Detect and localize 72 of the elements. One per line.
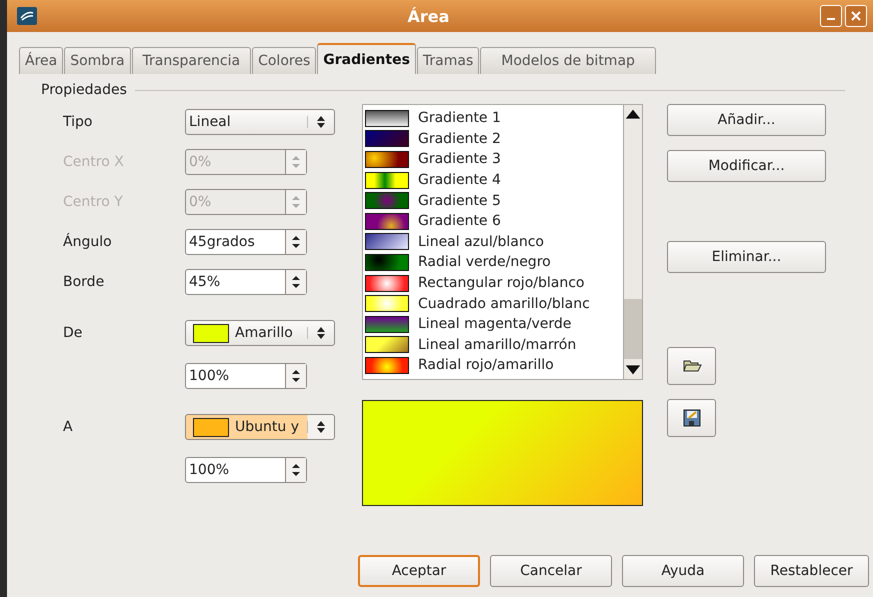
spin-field[interactable]: 100% xyxy=(185,457,307,483)
gradient-swatch xyxy=(365,356,409,374)
gradient-swatch xyxy=(365,336,409,354)
gradient-list-item[interactable]: Lineal amarillo/marrón xyxy=(363,334,623,356)
field-label: Centro X xyxy=(63,154,125,170)
spin-arrows-icon xyxy=(285,270,306,294)
tab[interactable]: Área xyxy=(19,47,64,74)
minimize-button[interactable] xyxy=(820,5,842,27)
group-title: Propiedades xyxy=(41,82,127,98)
tab[interactable]: Colores xyxy=(252,47,316,74)
tab[interactable]: Tramas xyxy=(416,47,480,74)
spin-field[interactable]: 45grados xyxy=(185,229,307,255)
spin-arrows-icon xyxy=(285,458,306,482)
gradient-list-item[interactable]: Rectangular rojo/blanco xyxy=(363,272,623,294)
close-icon xyxy=(851,11,861,21)
color-dropdown[interactable]: Ubuntu y xyxy=(185,414,335,440)
spin-arrows-icon xyxy=(285,364,306,388)
field-label: Ángulo xyxy=(63,234,113,250)
folder-icon xyxy=(682,358,702,374)
gradient-swatch xyxy=(365,295,409,312)
spin-arrows-icon xyxy=(285,190,306,214)
gradient-swatch xyxy=(365,130,409,148)
gradient-swatch xyxy=(365,233,409,250)
field-label: A xyxy=(63,419,74,435)
spin-arrows-icon xyxy=(285,150,306,174)
tab[interactable]: Sombra xyxy=(64,47,131,74)
gradient-list-item[interactable]: Gradiente 1 xyxy=(363,108,623,129)
gradient-swatch xyxy=(365,316,409,333)
open-button[interactable] xyxy=(667,347,716,385)
gradient-swatch xyxy=(365,172,409,189)
gradient-swatch xyxy=(365,150,409,168)
dialog-button[interactable]: Aceptar xyxy=(358,555,480,587)
close-button[interactable] xyxy=(845,5,867,27)
action-button[interactable]: Añadir... xyxy=(667,104,826,136)
action-button[interactable]: Modificar... xyxy=(667,150,826,182)
gradient-swatch xyxy=(365,274,409,292)
action-button[interactable]: Eliminar... xyxy=(667,241,826,273)
gradient-list-item[interactable]: Gradiente 4 xyxy=(363,170,623,190)
scrollbar[interactable] xyxy=(623,105,642,379)
scrollbar-thumb[interactable] xyxy=(624,299,642,359)
gradient-list-item[interactable]: Radial rojo/amarillo xyxy=(363,355,623,376)
spin-arrows-icon xyxy=(285,230,306,254)
app-icon xyxy=(17,7,37,25)
field-label: Tipo xyxy=(63,114,94,130)
save-button[interactable] xyxy=(667,399,716,437)
type-dropdown[interactable]: Lineal xyxy=(185,109,335,135)
field-label: Borde xyxy=(63,274,106,290)
field-label: De xyxy=(63,325,84,341)
color-dropdown[interactable]: Amarillo xyxy=(185,320,335,346)
gradient-swatch xyxy=(365,192,409,210)
spin-field[interactable]: 100% xyxy=(185,363,307,389)
window-title: Área xyxy=(406,6,450,26)
gradient-list-item[interactable]: Cuadrado amarillo/blanc xyxy=(363,293,623,314)
gradient-list-item[interactable]: Gradiente 3 xyxy=(363,149,623,170)
gradient-list-item[interactable]: Gradiente 2 xyxy=(363,128,623,150)
minimize-icon xyxy=(827,18,835,20)
dialog-button[interactable]: Ayuda xyxy=(622,555,744,587)
gradient-swatch xyxy=(365,110,409,127)
spin-field[interactable]: 45% xyxy=(185,269,307,295)
tab[interactable]: Transparencia xyxy=(132,47,252,74)
tab[interactable]: Modelos de bitmap xyxy=(480,47,656,74)
gradient-list-item[interactable]: Gradiente 6 xyxy=(363,210,623,232)
gradient-swatch xyxy=(365,254,409,271)
gradient-list-item[interactable]: Lineal magenta/verde xyxy=(363,314,623,335)
gradient-list-item[interactable]: Lineal azul/blanco xyxy=(363,232,623,252)
gradient-list-item[interactable]: Radial verde/negro xyxy=(363,252,623,273)
tab[interactable]: Gradientes xyxy=(317,43,416,74)
dialog-button[interactable]: Restablecer xyxy=(754,555,869,587)
gradient-list-item[interactable]: Gradiente 5 xyxy=(363,190,623,211)
dialog-button[interactable]: Cancelar xyxy=(490,555,612,587)
field-label: Centro Y xyxy=(63,194,124,210)
gradient-swatch xyxy=(365,212,409,230)
